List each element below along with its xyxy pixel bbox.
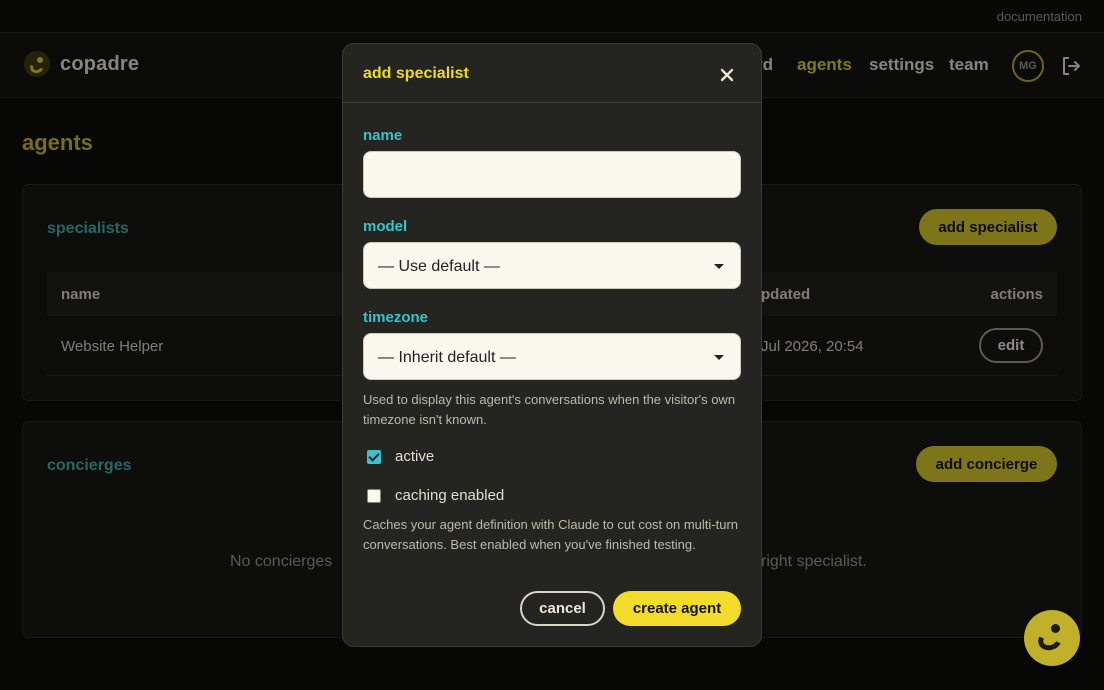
create-agent-button[interactable]: create agent [613, 591, 741, 626]
active-label: active [395, 448, 435, 465]
active-checkbox-row[interactable]: active [367, 448, 434, 465]
cancel-button[interactable]: cancel [520, 591, 605, 626]
caching-checkbox[interactable] [367, 488, 381, 503]
name-input[interactable] [363, 151, 741, 198]
caching-help-text: Caches your agent definition with Claude… [363, 517, 739, 552]
add-specialist-modal: add specialist name model — Use default … [342, 43, 762, 647]
model-label: model [363, 218, 408, 235]
caching-label: caching enabled [395, 487, 505, 504]
timezone-select-value: — Inherit default — [378, 349, 516, 366]
model-select[interactable]: — Use default — [363, 242, 741, 289]
modal-header: add specialist [343, 44, 761, 103]
caching-checkbox-row[interactable]: caching enabled [367, 487, 504, 504]
chevron-down-icon [714, 355, 724, 360]
name-label: name [363, 127, 403, 144]
active-checkbox[interactable] [367, 449, 381, 464]
close-icon[interactable] [717, 65, 737, 85]
modal-title: add specialist [363, 65, 469, 82]
timezone-help-text: Used to display this agent's conversatio… [363, 392, 736, 427]
chat-launcher-icon[interactable] [1024, 610, 1080, 666]
chevron-down-icon [714, 264, 724, 269]
timezone-label: timezone [363, 309, 429, 326]
timezone-select[interactable]: — Inherit default — [363, 333, 741, 380]
model-select-value: — Use default — [378, 258, 500, 275]
